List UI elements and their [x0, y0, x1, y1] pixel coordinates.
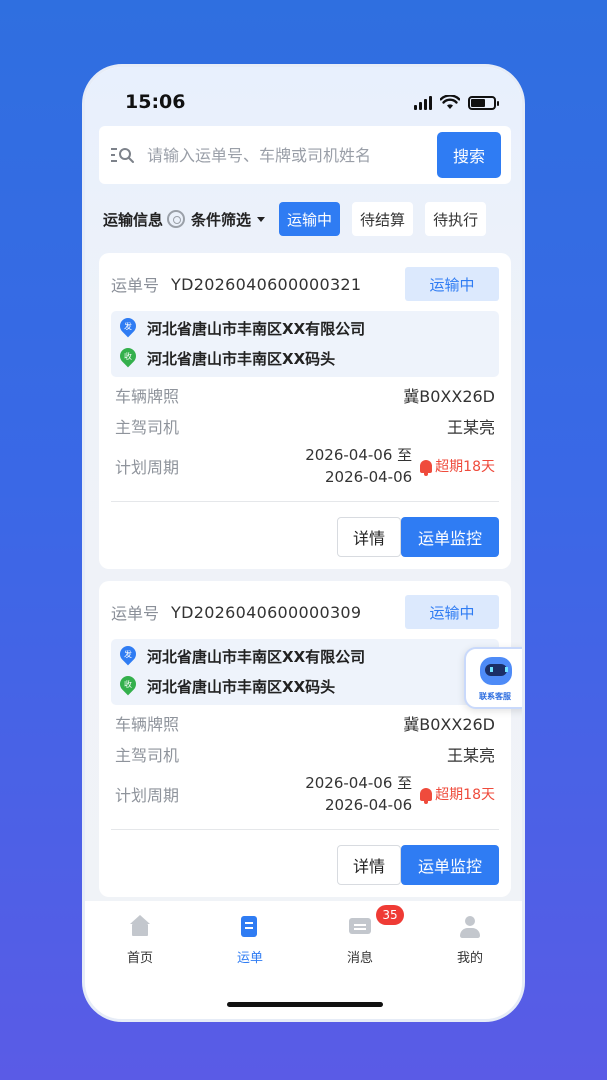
receive-pin-icon: 收 [119, 676, 137, 696]
tab-profile[interactable]: 我的 [430, 915, 510, 966]
overdue-tag: 超期18天 [420, 456, 495, 476]
chip-pending-settlement[interactable]: 待结算 [352, 202, 414, 236]
tab-waybill[interactable]: 运单 [210, 915, 290, 966]
waybill-list: 运单号 YD2026040600000321 运输中 发 河北省唐山市丰南区XX… [99, 253, 511, 909]
waybill-card[interactable]: 运单号 YD2026040600000321 运输中 发 河北省唐山市丰南区XX… [99, 253, 511, 569]
tab-label: 消息 [346, 951, 373, 966]
driver-value: 王某亮 [446, 418, 495, 437]
waybill-label: 运单号 [111, 276, 160, 295]
receive-pin-icon: 收 [119, 348, 137, 368]
plate-label: 车辆牌照 [115, 715, 180, 734]
robot-icon [480, 657, 512, 685]
route-box: 发 河北省唐山市丰南区XX有限公司 收 河北省唐山市丰南区XX码头 [111, 311, 499, 377]
period-value: 2026-04-06 至 2026-04-06 超期18天 [305, 444, 495, 488]
detail-button[interactable]: 详情 [337, 517, 401, 557]
status-badge: 运输中 [405, 267, 499, 301]
driver-label: 主驾司机 [115, 746, 180, 765]
period-end: 2026-04-06 [324, 796, 413, 814]
tab-bar: 首页 运单 35 消息 我的 [85, 901, 522, 1019]
divider [111, 501, 499, 502]
tab-home[interactable]: 首页 [100, 915, 180, 966]
to-address: 河北省唐山市丰南区XX码头 [147, 349, 336, 368]
search-button[interactable]: 搜索 [437, 132, 501, 178]
tab-label: 运单 [236, 951, 263, 966]
divider [111, 829, 499, 830]
wifi-icon [440, 95, 460, 109]
condition-filter[interactable]: 条件筛选 [191, 209, 251, 230]
home-icon [128, 915, 152, 939]
bell-icon [420, 459, 433, 476]
overdue-tag: 超期18天 [420, 784, 495, 804]
plate-value: 冀B0XX26D [403, 387, 495, 406]
search-bar: 搜索 [99, 126, 511, 184]
detail-button[interactable]: 详情 [337, 845, 401, 885]
chip-pending-execution[interactable]: 待执行 [425, 202, 487, 236]
phone-frame: 15:06 搜索 [82, 64, 525, 1022]
screen: 15:06 搜索 [85, 67, 522, 1019]
route-from: 发 河北省唐山市丰南区XX有限公司 [119, 315, 365, 341]
waybill-number: YD2026040600000309 [171, 602, 362, 622]
home-indicator[interactable] [227, 1002, 383, 1007]
route-from: 发 河北省唐山市丰南区XX有限公司 [119, 643, 365, 669]
route-box: 发 河北省唐山市丰南区XX有限公司 收 河北省唐山市丰南区XX码头 [111, 639, 499, 705]
driver-row: 主驾司机 王某亮 [115, 414, 495, 438]
period-label: 计划周期 [115, 786, 180, 805]
plate-row: 车辆牌照 冀B0XX26D [115, 383, 495, 407]
period-row: 计划周期 2026-04-06 至 2026-04-06 超期18天 [115, 443, 495, 489]
card-header: 运单号 YD2026040600000309 运输中 [111, 595, 499, 629]
message-icon: 35 [348, 905, 404, 939]
period-label: 计划周期 [115, 458, 180, 477]
transport-info-label[interactable]: 运输信息 [103, 209, 163, 230]
message-count-badge: 35 [376, 905, 404, 925]
period-end: 2026-04-06 [324, 468, 413, 486]
signal-icon [414, 96, 432, 110]
from-address: 河北省唐山市丰南区XX有限公司 [147, 647, 366, 666]
tab-label: 我的 [456, 951, 483, 966]
search-list-icon [111, 148, 134, 163]
send-pin-icon: 发 [119, 318, 137, 338]
driver-row: 主驾司机 王某亮 [115, 742, 495, 766]
plate-value: 冀B0XX26D [403, 715, 495, 734]
chip-in-transit[interactable]: 运输中 [279, 202, 341, 236]
status-bar: 15:06 [85, 67, 522, 129]
waybill-icon [238, 915, 262, 939]
customer-service-button[interactable]: 联系客服 [464, 647, 522, 709]
send-pin-icon: 发 [119, 646, 137, 666]
period-value: 2026-04-06 至 2026-04-06 超期18天 [305, 772, 495, 816]
search-input[interactable] [147, 145, 417, 165]
bell-icon [420, 787, 433, 804]
battery-icon [468, 96, 499, 110]
driver-label: 主驾司机 [115, 418, 180, 437]
driver-value: 王某亮 [446, 746, 495, 765]
tab-label: 首页 [126, 951, 153, 966]
monitor-button[interactable]: 运单监控 [401, 517, 499, 557]
overdue-text: 超期18天 [435, 459, 495, 475]
route-to: 收 河北省唐山市丰南区XX码头 [119, 673, 335, 699]
to-address: 河北省唐山市丰南区XX码头 [147, 677, 336, 696]
waybill-card[interactable]: 运单号 YD2026040600000309 运输中 发 河北省唐山市丰南区XX… [99, 581, 511, 897]
status-time: 15:06 [125, 91, 186, 113]
plate-row: 车辆牌照 冀B0XX26D [115, 711, 495, 735]
card-header: 运单号 YD2026040600000321 运输中 [111, 267, 499, 301]
route-to: 收 河北省唐山市丰南区XX码头 [119, 345, 335, 371]
period-start: 2026-04-06 至 [305, 774, 413, 792]
caret-down-icon[interactable] [257, 216, 266, 222]
from-address: 河北省唐山市丰南区XX有限公司 [147, 319, 366, 338]
waybill-label: 运单号 [111, 604, 160, 623]
monitor-button[interactable]: 运单监控 [401, 845, 499, 885]
user-icon [458, 915, 482, 939]
status-badge: 运输中 [405, 595, 499, 629]
filter-bar: 运输信息 条件筛选 运输中 待结算 待执行 [99, 201, 511, 237]
refresh-icon[interactable] [167, 210, 186, 228]
period-row: 计划周期 2026-04-06 至 2026-04-06 超期18天 [115, 771, 495, 817]
period-start: 2026-04-06 至 [305, 446, 413, 464]
plate-label: 车辆牌照 [115, 387, 180, 406]
tab-messages[interactable]: 35 消息 [320, 905, 404, 966]
status-icons [414, 95, 499, 110]
overdue-text: 超期18天 [435, 787, 495, 803]
waybill-number: YD2026040600000321 [171, 274, 362, 294]
customer-service-label: 联系客服 [479, 692, 511, 701]
